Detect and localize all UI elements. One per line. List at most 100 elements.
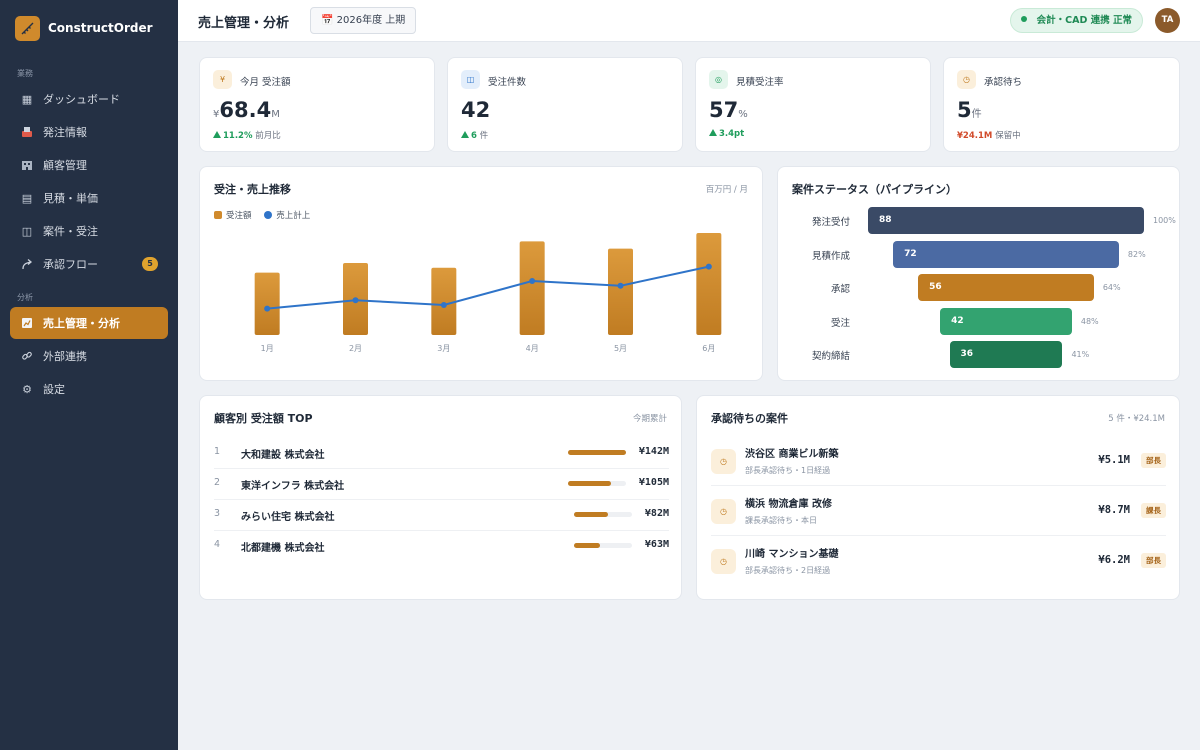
kpi-value: 5件 bbox=[957, 98, 982, 122]
stage-percent: 100% bbox=[1153, 216, 1176, 225]
sidebar-item-orders[interactable]: 発注情報 bbox=[10, 116, 168, 148]
stage-bar: 56 bbox=[918, 274, 1094, 301]
line-point-2月[interactable] bbox=[352, 297, 359, 304]
integration-status-badge[interactable]: 会計・CAD 連携 正常 bbox=[1010, 8, 1143, 33]
share-bar-fill bbox=[568, 481, 611, 486]
line-point-6月[interactable] bbox=[705, 263, 712, 270]
stage-label: 契約締結 bbox=[811, 351, 850, 362]
sidebar-item-label: 承認フロー bbox=[43, 258, 98, 271]
kpi-value: 42 bbox=[461, 98, 491, 122]
pipeline-row[interactable]: 見積作成 72 82% bbox=[792, 240, 1167, 268]
amount: ¥63M bbox=[644, 539, 669, 550]
stage-label: 発注受付 bbox=[811, 217, 850, 228]
stage-label: 受注 bbox=[830, 317, 850, 329]
pipeline-row[interactable]: 発注受付 88 100% bbox=[792, 207, 1176, 234]
clock-icon: ◷ bbox=[711, 449, 736, 474]
x-tick-label: 4月 bbox=[526, 344, 539, 353]
ruler-icon bbox=[15, 15, 40, 41]
customer-name: みらい住宅 株式会社 bbox=[241, 512, 335, 523]
list-item[interactable]: ◷ 横浜 物流倉庫 改修 課長承認待ち・本日 ¥8.7M 課長 bbox=[711, 487, 1166, 536]
avatar[interactable]: TA bbox=[1155, 8, 1180, 33]
pipeline-row[interactable]: 契約締結 36 41% bbox=[792, 341, 1167, 368]
sidebar-item-customers[interactable]: 顧客管理 bbox=[10, 149, 168, 181]
card-title: 案件ステータス（パイプライン） bbox=[792, 183, 957, 196]
grid-icon: ▦ bbox=[21, 92, 33, 106]
sidebar-item-label: 外部連携 bbox=[43, 350, 87, 363]
sidebar-item-projects[interactable]: ◫ 案件・受注 bbox=[10, 215, 168, 247]
line-point-1月[interactable] bbox=[264, 305, 271, 312]
target-icon: ◎ bbox=[709, 70, 728, 89]
x-tick-label: 5月 bbox=[614, 344, 627, 353]
rank: 2 bbox=[214, 477, 221, 488]
yen-icon: ¥ bbox=[213, 70, 232, 89]
sidebar-item-dashboard[interactable]: ▦ ダッシュボード bbox=[10, 83, 168, 115]
stage-bar: 36 bbox=[949, 341, 1063, 368]
share-bar bbox=[568, 481, 626, 486]
project-title: 横浜 物流倉庫 改修 bbox=[745, 499, 832, 510]
period-selector[interactable]: 📅 2026年度 上期 bbox=[310, 7, 417, 34]
gear-icon: ⚙ bbox=[22, 382, 32, 396]
bar-5月[interactable] bbox=[608, 248, 633, 335]
sidebar-item-label: 設定 bbox=[43, 383, 65, 396]
approver-badge: 課長 bbox=[1141, 503, 1166, 518]
bar-6月[interactable] bbox=[696, 233, 722, 335]
pipeline-row[interactable]: 承認 56 64% bbox=[792, 274, 1167, 301]
kpi-card-pending-approvals: ◷ 承認待ち 5件 ¥24.1M 保留中 bbox=[943, 57, 1180, 152]
stage-label: 見積作成 bbox=[811, 250, 850, 262]
sidebar-item-integrations[interactable]: 外部連携 bbox=[10, 340, 168, 372]
sidebar-item-settings[interactable]: ⚙ 設定 bbox=[10, 373, 168, 405]
approver-badge: 部長 bbox=[1141, 453, 1166, 468]
x-tick-label: 3月 bbox=[437, 344, 450, 353]
customer-name: 東洋インフラ 株式会社 bbox=[241, 481, 345, 492]
bar-4月[interactable] bbox=[519, 241, 545, 335]
line-point-5月[interactable] bbox=[617, 282, 624, 289]
share-bar-fill bbox=[574, 512, 608, 517]
card-title: 承認待ちの案件 bbox=[711, 412, 788, 425]
pipeline-row[interactable]: 受注 42 48% bbox=[792, 307, 1167, 335]
bar-3月[interactable] bbox=[431, 267, 457, 335]
kpi-value: ¥68.4M bbox=[213, 98, 280, 122]
approval-status: 部長承認待ち・2日経過 bbox=[745, 566, 831, 575]
table-row[interactable]: 3 みらい住宅 株式会社 ¥82M bbox=[214, 500, 669, 531]
sidebar-item-label: 見積・単価 bbox=[43, 192, 98, 205]
stage-bar: 42 bbox=[940, 307, 1072, 335]
x-tick-label: 6月 bbox=[702, 344, 715, 353]
trend-chart: 1月 2月 3月 4月 5月 6月 bbox=[254, 233, 722, 353]
rank: 1 bbox=[214, 446, 221, 457]
kpi-label: 今月 受注額 bbox=[240, 77, 291, 88]
top-customers-card: 顧客別 受注額 TOP 今期累計 1 大和建設 株式会社 ¥142M 2 東洋インフラ … bbox=[199, 395, 682, 600]
kpi-delta: 11.2% 前月比 bbox=[213, 129, 281, 141]
period-note: 今期累計 bbox=[632, 414, 667, 424]
line-point-4月[interactable] bbox=[529, 278, 536, 284]
kpi-delta: 6 件 bbox=[461, 129, 488, 141]
sidebar-item-approval-flow[interactable]: 承認フロー 5 bbox=[10, 248, 168, 280]
project-title: 渋谷区 商業ビル新築 bbox=[745, 449, 839, 460]
stage-bar: 88 bbox=[868, 207, 1144, 234]
list-item[interactable]: ◷ 川崎 マンション基礎 部長承認待ち・2日経過 ¥6.2M 部長 bbox=[711, 537, 1166, 586]
stage-percent: 64% bbox=[1102, 283, 1121, 292]
sidebar-item-sales[interactable]: 売上管理・分析 bbox=[10, 307, 168, 339]
brand[interactable]: ConstructOrder bbox=[0, 0, 178, 56]
sidebar-item-label: 発注情報 bbox=[43, 126, 87, 139]
list-icon: ▤ bbox=[21, 191, 33, 205]
kpi-card-order-count: ◫ 受注件数 42 6 件 bbox=[447, 57, 683, 152]
section-label-main: 業務 bbox=[17, 69, 33, 78]
table-row[interactable]: 1 大和建設 株式会社 ¥142M bbox=[214, 438, 669, 469]
share-bar-fill bbox=[568, 450, 626, 455]
amount: ¥5.1M bbox=[1098, 454, 1130, 466]
integration-status-label: 会計・CAD 連携 正常 bbox=[1036, 15, 1132, 26]
table-row[interactable]: 4 北都建機 株式会社 ¥63M bbox=[214, 531, 669, 562]
sidebar-item-label: 顧客管理 bbox=[43, 159, 87, 172]
page-title: 売上管理・分析 bbox=[198, 16, 290, 31]
customer-name: 大和建設 株式会社 bbox=[241, 450, 325, 461]
share-bar-fill bbox=[574, 543, 600, 548]
list-item[interactable]: ◷ 渋谷区 商業ビル新築 部長承認待ち・1日経過 ¥5.1M 部長 bbox=[711, 437, 1166, 486]
table-row[interactable]: 2 東洋インフラ 株式会社 ¥105M bbox=[214, 469, 669, 500]
bar-1月[interactable] bbox=[254, 272, 280, 335]
line-point-3月[interactable] bbox=[440, 302, 447, 308]
sidebar-item-estimates[interactable]: ▤ 見積・単価 bbox=[10, 182, 168, 214]
up-arrow-icon bbox=[213, 131, 221, 138]
stage-percent: 48% bbox=[1080, 316, 1099, 326]
sidebar-item-label: 売上管理・分析 bbox=[43, 317, 120, 330]
period-label: 2026年度 上期 bbox=[336, 15, 406, 26]
